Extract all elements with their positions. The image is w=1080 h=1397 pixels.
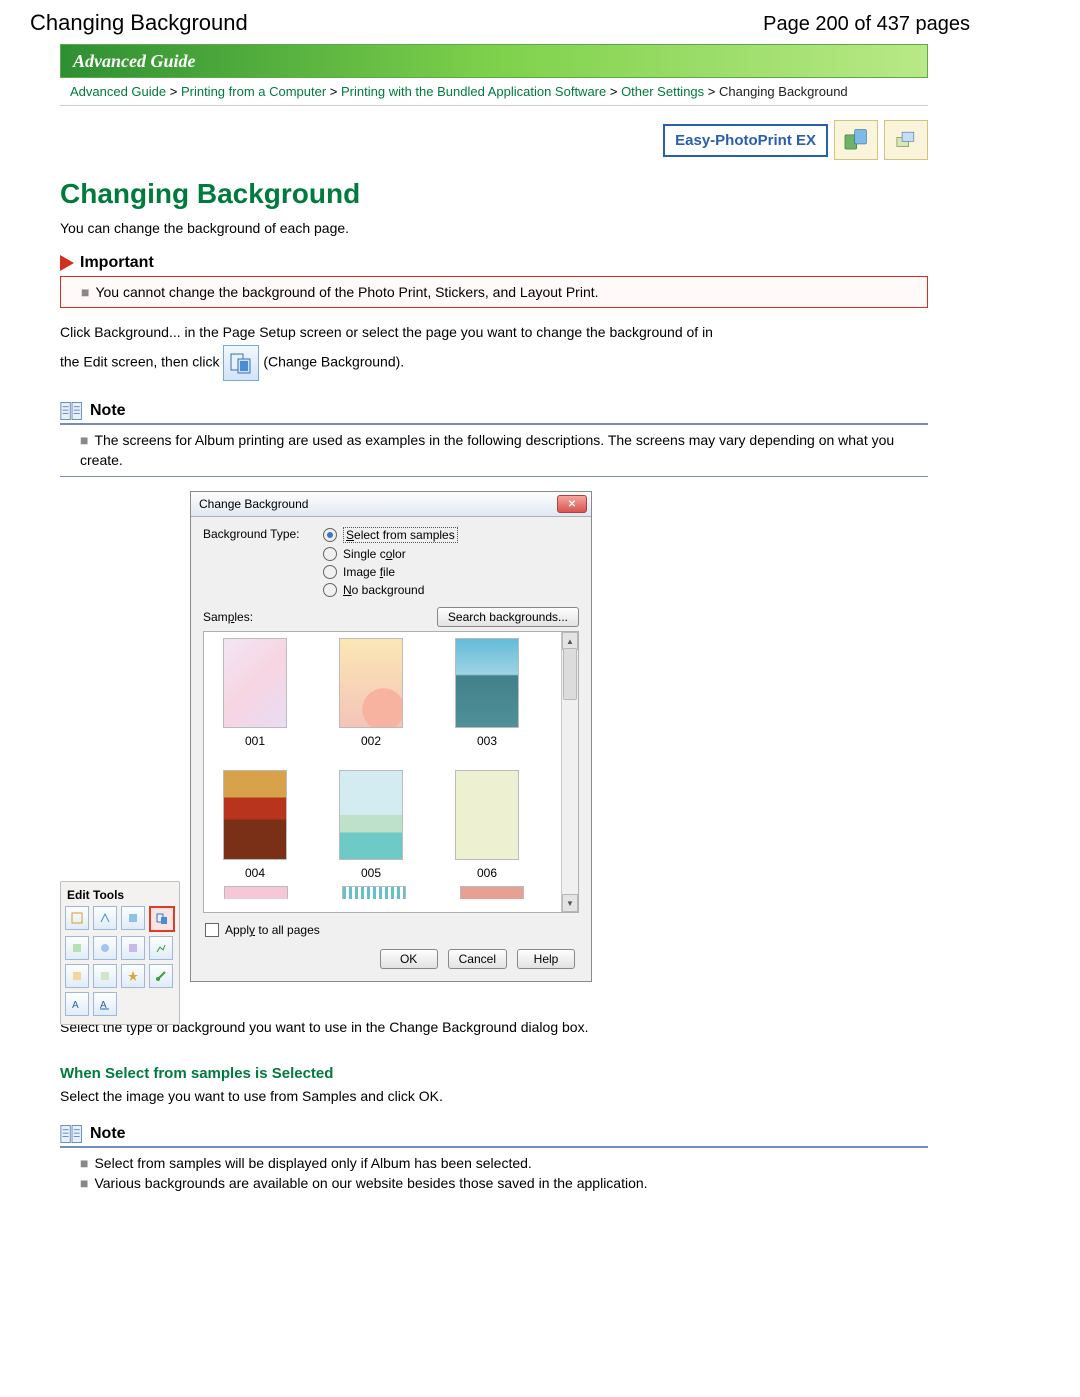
sample-004[interactable]: 004 xyxy=(210,770,300,880)
radio-select-from-samples[interactable]: Select from samples xyxy=(323,527,458,543)
main-heading: Changing Background xyxy=(60,178,928,210)
scroll-down-icon[interactable]: ▼ xyxy=(562,894,578,912)
sample-001[interactable]: 001 xyxy=(210,638,300,748)
breadcrumb-other-settings[interactable]: Other Settings xyxy=(621,84,704,99)
tool-btn-13[interactable]: A xyxy=(65,992,89,1016)
tool-btn-14[interactable]: A xyxy=(93,992,117,1016)
easy-photoprint-badge: Easy-PhotoPrint EX xyxy=(663,124,828,157)
page-title-left: Changing Background xyxy=(30,10,248,36)
cancel-button[interactable]: Cancel xyxy=(448,949,507,969)
advanced-guide-bar: Advanced Guide xyxy=(60,44,928,78)
samples-listbox[interactable]: 001 002 003 004 005 006 ▲ ▼ xyxy=(203,631,579,913)
tool-btn-10[interactable] xyxy=(93,964,117,988)
tool-btn-7[interactable] xyxy=(121,936,145,960)
search-backgrounds-button[interactable]: Search backgrounds... xyxy=(437,607,579,627)
breadcrumb-printing-bundled[interactable]: Printing with the Bundled Application So… xyxy=(341,84,606,99)
radio-image-file[interactable]: Image file xyxy=(323,565,458,579)
note-label-2: Note xyxy=(90,1125,126,1143)
sample-003[interactable]: 003 xyxy=(442,638,532,748)
when-select-body: Select the image you want to use from Sa… xyxy=(60,1088,928,1104)
important-arrow-icon xyxy=(60,255,74,271)
sample-006[interactable]: 006 xyxy=(442,770,532,880)
radio-no-background[interactable]: No background xyxy=(323,583,458,597)
intro-text: You can change the background of each pa… xyxy=(60,220,928,236)
edit-tools-title: Edit Tools xyxy=(65,886,175,906)
breadcrumb: Advanced Guide > Printing from a Compute… xyxy=(60,78,928,106)
sample-005[interactable]: 005 xyxy=(326,770,416,880)
tool-btn-2[interactable] xyxy=(93,906,117,930)
tool-btn-5[interactable] xyxy=(65,936,89,960)
page-counter: Page 200 of 437 pages xyxy=(763,13,970,36)
ok-button[interactable]: OK xyxy=(380,949,438,969)
instruction-text: Click Background... in the Page Setup sc… xyxy=(60,320,928,381)
sample-002[interactable]: 002 xyxy=(326,638,416,748)
dialog-title: Change Background xyxy=(199,497,308,511)
apply-to-all-checkbox[interactable]: Apply to all pages xyxy=(205,923,579,937)
samples-scrollbar[interactable]: ▲ ▼ xyxy=(561,632,578,912)
album-layout-icon xyxy=(834,120,878,160)
breadcrumb-current: Changing Background xyxy=(719,84,848,99)
tool-btn-12[interactable] xyxy=(149,964,173,988)
breadcrumb-printing-from-computer[interactable]: Printing from a Computer xyxy=(181,84,326,99)
tool-btn-change-background[interactable] xyxy=(149,906,175,932)
change-background-icon xyxy=(223,345,259,381)
change-background-dialog: Change Background ✕ Background Type: Sel… xyxy=(190,491,592,982)
breadcrumb-advanced-guide[interactable]: Advanced Guide xyxy=(70,84,166,99)
photos-stack-icon xyxy=(884,120,928,160)
note-box-2: ■Select from samples will be displayed o… xyxy=(60,1148,928,1199)
close-button[interactable]: ✕ xyxy=(557,495,587,513)
tool-btn-11[interactable] xyxy=(121,964,145,988)
tool-btn-3[interactable] xyxy=(121,906,145,930)
note-icon xyxy=(60,401,84,421)
when-select-heading: When Select from samples is Selected xyxy=(60,1065,928,1082)
tool-btn-6[interactable] xyxy=(93,936,117,960)
tool-btn-9[interactable] xyxy=(65,964,89,988)
tool-btn-8[interactable] xyxy=(149,936,173,960)
edit-tools-palette: Edit Tools A A xyxy=(60,881,180,1025)
note-label: Note xyxy=(90,402,126,420)
help-button[interactable]: Help xyxy=(517,949,575,969)
note-box: ■The screens for Album printing are used… xyxy=(60,425,928,477)
note-icon xyxy=(60,1124,84,1144)
svg-text:A: A xyxy=(72,1000,79,1010)
after-dialog-text: Select the type of background you want t… xyxy=(60,1019,928,1035)
important-box: ■You cannot change the background of the… xyxy=(60,276,928,308)
tool-btn-1[interactable] xyxy=(65,906,89,930)
samples-label: Samples: xyxy=(203,610,253,624)
radio-single-color[interactable]: Single color xyxy=(323,547,458,561)
important-label: Important xyxy=(80,254,154,272)
background-type-label: Background Type: xyxy=(203,527,303,597)
